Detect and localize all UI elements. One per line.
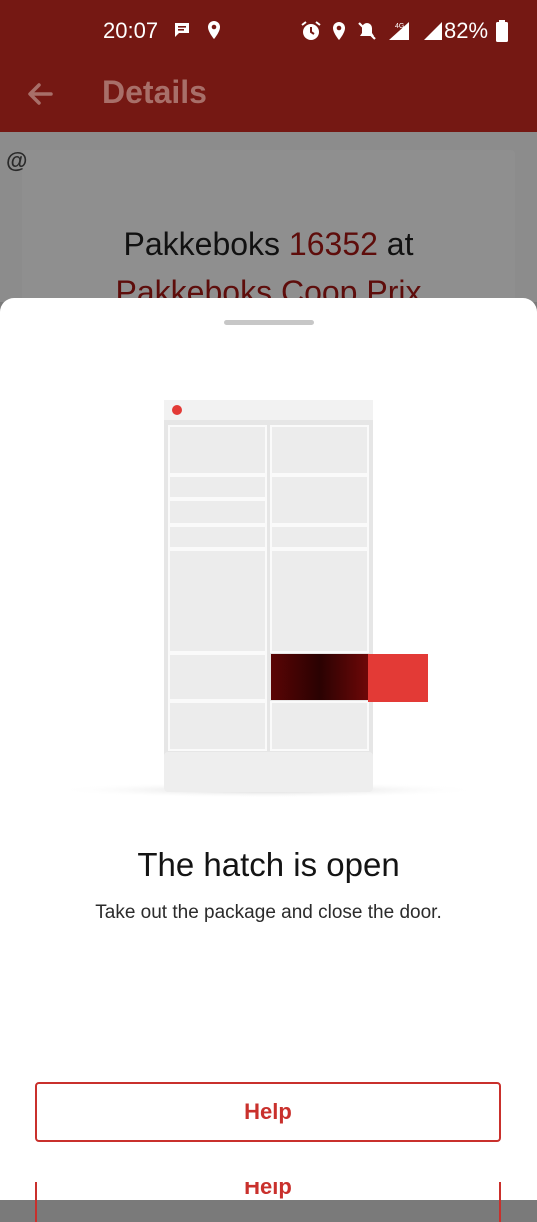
alarm-icon: [301, 21, 321, 40]
sheet-drag-handle[interactable]: [224, 320, 314, 325]
help-button-background: Help: [35, 1182, 501, 1222]
open-hatch-door: [368, 654, 428, 702]
locker-heading: Pakkeboks 16352 at Pakkeboks Coop Prix: [0, 220, 537, 302]
status-time: 20:07: [103, 18, 159, 43]
page-title: Details: [102, 74, 207, 110]
battery-icon: [496, 20, 508, 42]
location-icon: [333, 22, 345, 40]
chat-notification-icon: [175, 23, 189, 37]
status-bar: 20:07 4G 82%: [0, 0, 537, 62]
arrow-left-icon: [28, 83, 53, 105]
locker-illustration: [53, 400, 483, 798]
sheet-title: The hatch is open: [137, 846, 400, 883]
box-number: 16352: [288, 226, 378, 262]
battery-percentage: 82%: [444, 18, 489, 43]
back-button[interactable]: [22, 76, 58, 112]
app-bar: Details: [0, 62, 537, 132]
svg-text:4G: 4G: [395, 23, 404, 30]
bottom-sheet: The hatch is open Take out the package a…: [0, 298, 537, 1222]
location-icon: [208, 21, 220, 39]
sheet-subtitle: Take out the package and close the door.: [95, 902, 442, 923]
background-page: @ Pakkeboks 16352 at Pakkeboks Coop Prix: [0, 132, 537, 302]
open-hatch-cavity: [271, 654, 368, 700]
muted-icon: [358, 22, 376, 40]
help-button[interactable]: Help: [35, 1082, 501, 1142]
locker-indicator-light: [172, 405, 182, 415]
brand-logo: @: [6, 148, 28, 173]
signal-icon: [424, 22, 442, 40]
signal-4g-icon: 4G: [389, 22, 409, 40]
